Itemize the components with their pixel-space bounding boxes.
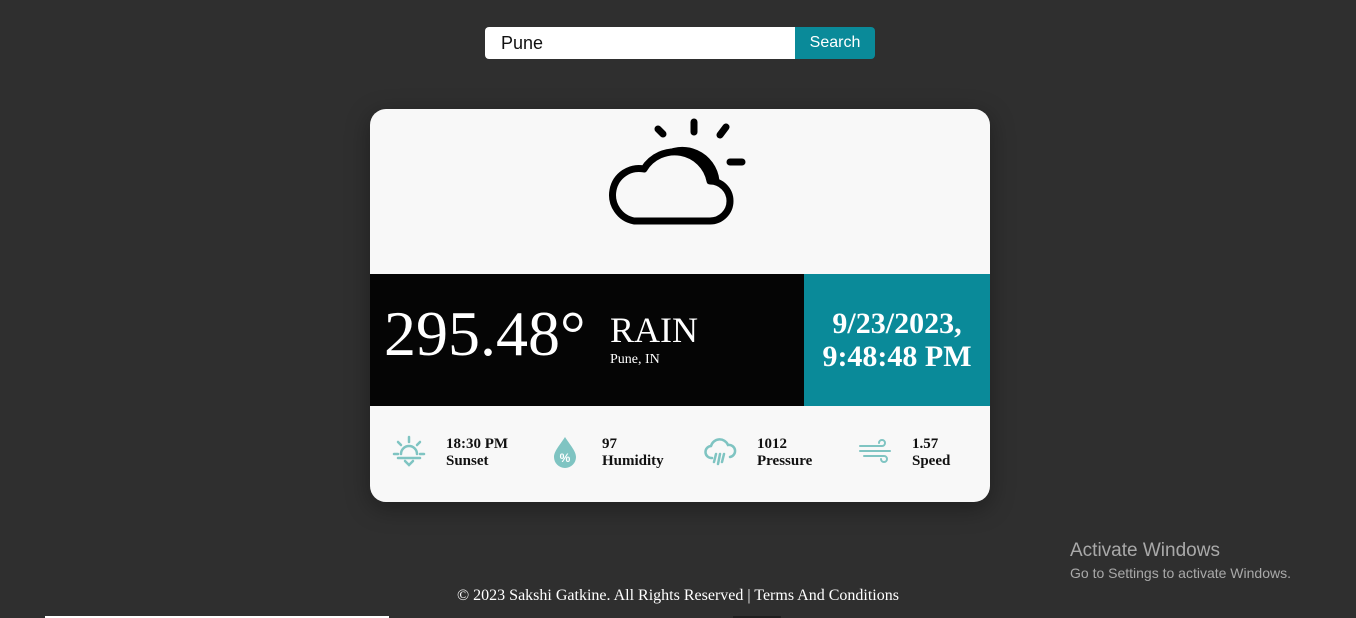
sunset-label: Sunset bbox=[446, 453, 489, 469]
humidity-label: Humidity bbox=[602, 453, 664, 469]
terms-link[interactable]: Terms And Conditions bbox=[754, 587, 899, 604]
stats-row: 18:30 PM Sunset % 97 Humidity 1012 Press… bbox=[370, 406, 990, 502]
temperature-value: 295.48° bbox=[384, 298, 586, 369]
weather-info-band: 295.48° RAIN Pune, IN 9/23/2023, 9:48:48… bbox=[370, 274, 990, 406]
sunset-value: 18:30 PM bbox=[446, 436, 509, 452]
svg-text:%: % bbox=[560, 451, 571, 465]
activate-windows-title: Activate Windows bbox=[1070, 540, 1220, 561]
windows-activation-watermark: Activate Windows Go to Settings to activ… bbox=[1070, 540, 1291, 584]
stat-speed: 1.57 Speed bbox=[858, 434, 978, 474]
location-label: Pune, IN bbox=[610, 352, 660, 367]
pressure-label: Pressure bbox=[757, 453, 813, 469]
speed-value: 1.57 bbox=[912, 436, 939, 452]
wind-icon bbox=[858, 434, 892, 473]
datetime-panel: 9/23/2023, 9:48:48 PM bbox=[804, 274, 990, 406]
humidity-icon: % bbox=[548, 434, 582, 473]
stat-text: 1012 Pressure bbox=[757, 436, 812, 470]
search-bar: Search bbox=[485, 27, 875, 59]
stat-pressure: 1012 Pressure bbox=[703, 434, 833, 474]
time-label: 9:48:48 PM bbox=[822, 340, 972, 373]
weather-condition: RAIN bbox=[610, 310, 698, 350]
partly-cloudy-icon bbox=[606, 117, 756, 240]
speed-label: Speed bbox=[912, 453, 951, 469]
sunset-icon bbox=[392, 434, 426, 473]
stat-text: 97 Humidity bbox=[602, 436, 664, 470]
stat-sunset: 18:30 PM Sunset bbox=[392, 434, 522, 474]
humidity-value: 97 bbox=[602, 436, 617, 452]
stat-humidity: % 97 Humidity bbox=[548, 434, 678, 474]
search-button[interactable]: Search bbox=[795, 27, 875, 59]
weather-card: 295.48° RAIN Pune, IN 9/23/2023, 9:48:48… bbox=[370, 109, 990, 502]
pressure-value: 1012 bbox=[757, 436, 787, 452]
stat-text: 18:30 PM Sunset bbox=[446, 436, 508, 470]
stat-text: 1.57 Speed bbox=[912, 436, 950, 470]
search-input[interactable] bbox=[485, 27, 795, 59]
temperature-panel: 295.48° RAIN Pune, IN bbox=[370, 274, 804, 406]
footer: © 2023 Sakshi Gatkine. All Rights Reserv… bbox=[0, 587, 1356, 605]
weather-icon-area bbox=[370, 109, 990, 274]
copyright-text: © 2023 Sakshi Gatkine. All Rights Reserv… bbox=[457, 587, 751, 604]
activate-windows-subtitle: Go to Settings to activate Windows. bbox=[1070, 565, 1291, 581]
date-label: 9/23/2023, bbox=[832, 307, 962, 340]
rain-cloud-icon bbox=[703, 434, 737, 473]
